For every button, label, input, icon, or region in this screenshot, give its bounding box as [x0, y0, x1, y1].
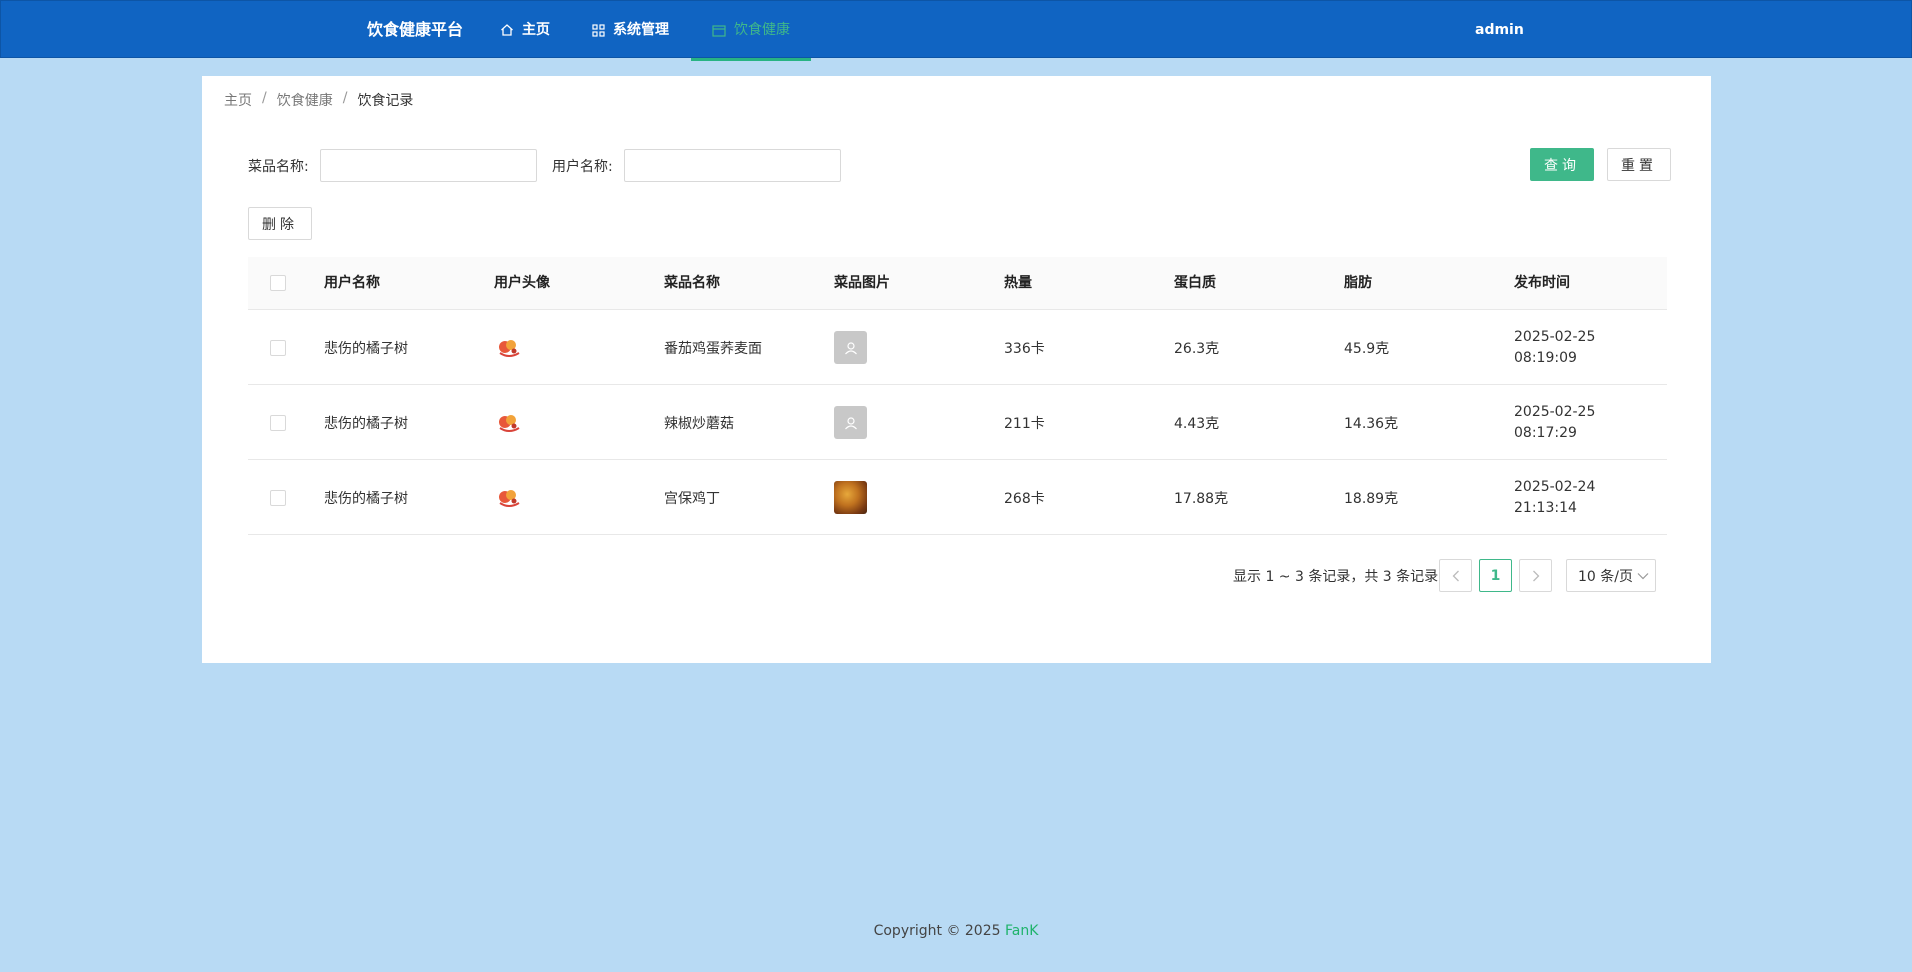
user-avatar	[499, 489, 520, 507]
records-table: 用户名称 用户头像 菜品名称 菜品图片 热量 蛋白质 脂肪 发布时间 悲伤的橘子…	[248, 257, 1667, 535]
publish-clock: 08:19:09	[1514, 349, 1577, 366]
user-name-label: 用户名称:	[552, 159, 613, 175]
breadcrumb: 主页 / 饮食健康 / 饮食记录	[224, 90, 413, 110]
publish-time-cell: 2025-02-24 21:13:14	[1514, 460, 1595, 535]
top-navbar: 饮食健康平台 主页 系统管理 饮食健康 admin	[0, 0, 1912, 58]
user-name-cell: 悲伤的橘子树	[324, 340, 408, 357]
breadcrumb-separator: /	[342, 90, 348, 106]
fat-cell: 45.9克	[1344, 340, 1390, 357]
column-header-dish[interactable]: 菜品名称	[664, 257, 720, 310]
user-name-cell: 悲伤的橘子树	[324, 415, 408, 432]
publish-time-cell: 2025-02-25 08:17:29	[1514, 385, 1595, 460]
protein-cell: 17.88克	[1174, 490, 1229, 507]
select-all-cell	[270, 275, 286, 291]
publish-time-cell: 2025-02-25 08:19:09	[1514, 310, 1595, 385]
row-select-cell	[270, 310, 286, 385]
chevron-left-icon	[1452, 570, 1459, 581]
dish-image-cell	[834, 310, 867, 385]
publish-clock: 08:17:29	[1514, 424, 1577, 441]
avatar-cell	[494, 385, 524, 460]
table-row[interactable]: 悲伤的橘子树 宫保鸡丁 268卡 17.88克 18.89克 2025-02-2…	[248, 460, 1667, 535]
row-select-cell	[270, 460, 286, 535]
chevron-right-icon	[1532, 570, 1539, 581]
user-avatar	[499, 339, 520, 357]
footer: Copyright © 2025 FanK	[0, 923, 1912, 939]
protein-cell: 4.43克	[1174, 415, 1220, 432]
prev-page-button[interactable]	[1439, 559, 1472, 592]
dish-image-placeholder[interactable]	[834, 331, 867, 364]
table-row[interactable]: 悲伤的橘子树 辣椒炒蘑菇 211卡 4.43克 14.36克 2025-02-2…	[248, 385, 1667, 460]
dish-name-cell: 宫保鸡丁	[664, 490, 720, 507]
publish-date: 2025-02-24	[1514, 478, 1596, 495]
page-number-button[interactable]: 1	[1479, 559, 1512, 592]
copyright-text: Copyright © 2025	[873, 923, 1005, 939]
pagination-summary: 显示 1 ~ 3 条记录，共 3 条记录	[1233, 569, 1439, 585]
user-placeholder-icon	[844, 341, 857, 354]
column-header-avatar[interactable]: 用户头像	[494, 257, 550, 310]
column-header-time[interactable]: 发布时间	[1514, 257, 1570, 310]
column-header-user[interactable]: 用户名称	[324, 257, 380, 310]
user-name-input[interactable]	[624, 149, 841, 182]
table-header: 用户名称 用户头像 菜品名称 菜品图片 热量 蛋白质 脂肪 发布时间	[248, 257, 1667, 310]
breadcrumb-current: 饮食记录	[357, 93, 414, 109]
user-avatar	[499, 414, 520, 432]
row-checkbox[interactable]	[270, 339, 286, 356]
row-checkbox[interactable]	[270, 414, 286, 431]
column-header-image[interactable]: 菜品图片	[834, 257, 890, 310]
calories-cell: 268卡	[1004, 490, 1045, 507]
dish-image-placeholder[interactable]	[834, 406, 867, 439]
column-header-fat[interactable]: 脂肪	[1344, 257, 1372, 310]
nav-system-management[interactable]: 系统管理	[592, 1, 669, 59]
current-user[interactable]: admin	[1475, 1, 1524, 59]
reset-button[interactable]: 重置	[1607, 148, 1671, 181]
nav-diet-health[interactable]: 饮食健康	[712, 1, 790, 59]
chevron-down-icon	[1637, 573, 1649, 580]
app-brand[interactable]: 饮食健康平台	[367, 1, 463, 59]
grid-icon	[592, 23, 605, 37]
calories-cell: 336卡	[1004, 340, 1045, 357]
main-panel: 主页 / 饮食健康 / 饮食记录 菜品名称: 用户名称: 查询 重置 删除 用户…	[202, 76, 1711, 663]
dish-name-label: 菜品名称:	[248, 159, 309, 175]
nav-home-label: 主页	[522, 22, 550, 38]
calories-cell: 211卡	[1004, 415, 1045, 432]
dish-image-cell	[834, 460, 867, 535]
publish-clock: 21:13:14	[1514, 499, 1577, 516]
dish-name-input[interactable]	[320, 149, 537, 182]
user-placeholder-icon	[844, 416, 857, 429]
query-button[interactable]: 查询	[1530, 148, 1594, 181]
breadcrumb-diet[interactable]: 饮食健康	[277, 90, 333, 110]
breadcrumb-separator: /	[262, 90, 267, 106]
next-page-button[interactable]	[1519, 559, 1552, 592]
row-select-cell	[270, 385, 286, 460]
publish-date: 2025-02-25	[1514, 328, 1596, 345]
table-row[interactable]: 悲伤的橘子树 番茄鸡蛋荞麦面 336卡 26.3克 45.9克 2025-02-…	[248, 310, 1667, 385]
breadcrumb-home[interactable]: 主页	[224, 90, 252, 110]
fat-cell: 18.89克	[1344, 490, 1399, 507]
avatar-cell	[494, 310, 524, 385]
column-header-protein[interactable]: 蛋白质	[1174, 257, 1216, 310]
row-checkbox[interactable]	[270, 489, 286, 506]
dish-name-cell: 辣椒炒蘑菇	[664, 415, 734, 432]
home-icon	[501, 24, 513, 36]
select-all-checkbox[interactable]	[270, 275, 286, 291]
protein-cell: 26.3克	[1174, 340, 1220, 357]
page-size-select[interactable]: 10 条/页	[1566, 559, 1656, 592]
column-header-calories[interactable]: 热量	[1004, 257, 1032, 310]
publish-date: 2025-02-25	[1514, 403, 1596, 420]
calendar-icon	[712, 24, 726, 37]
avatar-cell	[494, 460, 524, 535]
user-name-cell: 悲伤的橘子树	[324, 490, 408, 507]
page-size-value: 10 条/页	[1578, 568, 1633, 585]
dish-name-cell: 番茄鸡蛋荞麦面	[664, 340, 762, 357]
author-link[interactable]: FanK	[1005, 923, 1038, 939]
fat-cell: 14.36克	[1344, 415, 1399, 432]
nav-system-label: 系统管理	[613, 22, 669, 38]
nav-home[interactable]: 主页	[500, 1, 550, 59]
dish-photo[interactable]	[834, 481, 867, 514]
delete-button[interactable]: 删除	[248, 207, 312, 240]
nav-diet-label: 饮食健康	[734, 22, 790, 38]
active-nav-indicator	[691, 58, 811, 61]
dish-image-cell	[834, 385, 867, 460]
